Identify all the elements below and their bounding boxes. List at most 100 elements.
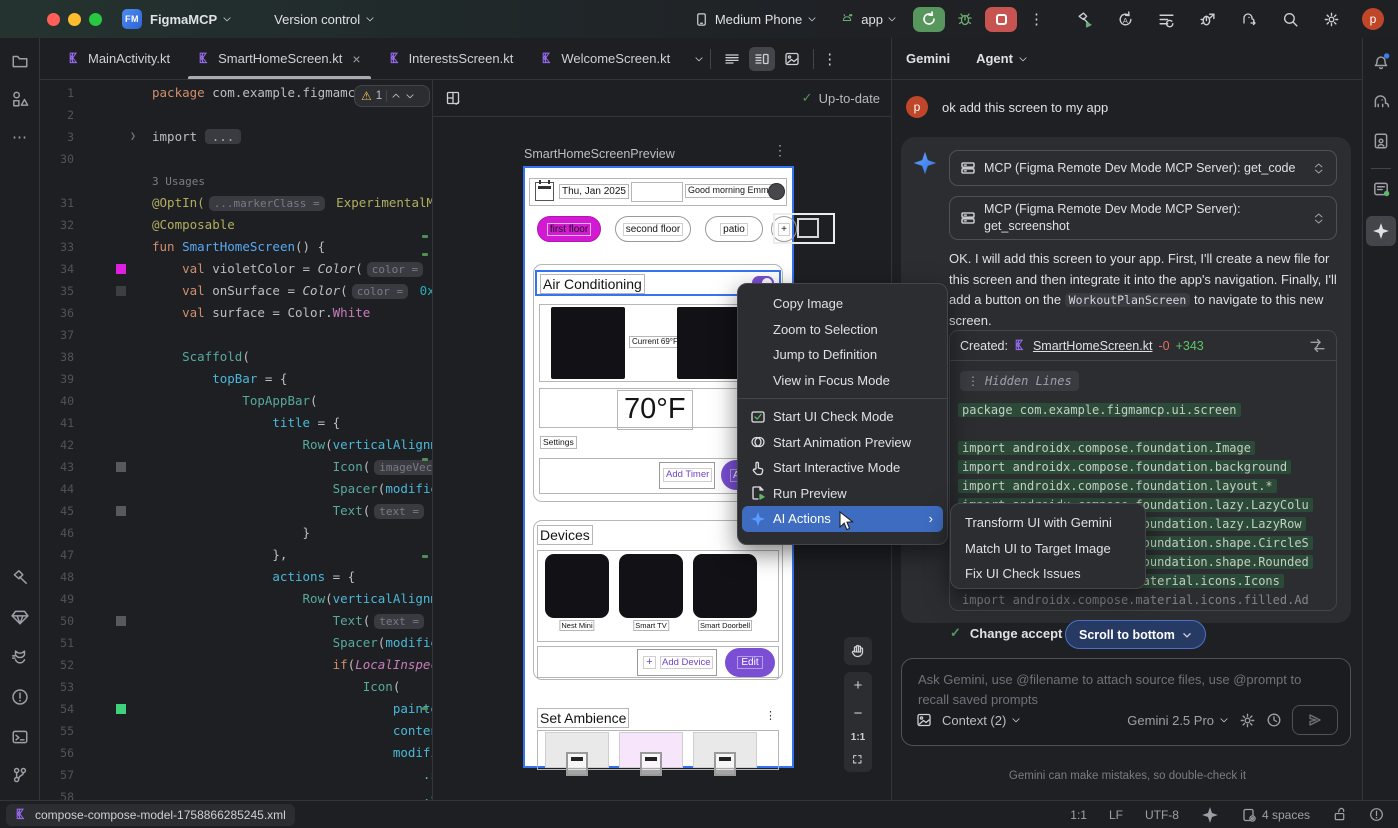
submenu-item-match-ui-to-target-image[interactable]: Match UI to Target Image	[955, 536, 1141, 562]
running-devices-icon[interactable]	[1372, 132, 1390, 150]
code-line[interactable]: 58 .cli	[40, 786, 432, 800]
apply-changes-icon[interactable]: A	[1117, 11, 1134, 28]
add-timer-button[interactable]: Add Timer	[659, 462, 715, 489]
app-insights-icon[interactable]	[11, 608, 29, 626]
color-swatch[interactable]	[116, 286, 126, 296]
code-line[interactable]: 3 Usages	[40, 170, 432, 192]
tool-call-chip[interactable]: MCP (Figma Remote Dev Mode MCP Server): …	[949, 150, 1337, 186]
pan-tool-button[interactable]	[844, 637, 872, 665]
preview-options-icon[interactable]: ⋮	[773, 142, 787, 159]
attach-image-icon[interactable]	[916, 712, 932, 728]
hidden-lines-chip[interactable]: ⋮Hidden Lines	[960, 371, 1079, 391]
close-window-button[interactable]	[47, 13, 60, 26]
code-line[interactable]: 56 modifier	[40, 742, 432, 764]
analysis-status-icon[interactable]	[1369, 807, 1384, 822]
tab-mainactivity-kt[interactable]: MainActivity.kt	[54, 38, 184, 79]
design-view-icon[interactable]	[779, 47, 805, 71]
color-swatch[interactable]	[116, 704, 126, 714]
code-view-icon[interactable]	[719, 47, 745, 71]
code-line[interactable]: 50 Text(text = "Good	[40, 610, 432, 632]
code-line[interactable]: 42 Row(verticalAlignmen	[40, 434, 432, 456]
problems-icon[interactable]	[11, 688, 29, 706]
code-line[interactable]: 46 }	[40, 522, 432, 544]
room-chip-first-floor[interactable]: first floor	[537, 216, 601, 242]
code-line[interactable]: 47 },	[40, 544, 432, 566]
layout-grid-icon[interactable]	[445, 90, 461, 106]
code-line[interactable]: 34 val violetColor = Color(color = 0xFEB	[40, 258, 432, 280]
room-chip-second-floor[interactable]: second floor	[615, 216, 691, 242]
ambience-options-icon[interactable]: ⋮	[765, 709, 776, 722]
color-swatch[interactable]	[116, 462, 126, 472]
build-icon[interactable]	[1076, 11, 1093, 28]
sync-icon[interactable]	[1158, 11, 1175, 28]
diff-view-icon[interactable]	[1309, 337, 1326, 354]
split-view-icon[interactable]	[749, 47, 775, 71]
code-line[interactable]: 38 Scaffold(	[40, 346, 432, 368]
user-avatar[interactable]: p	[1362, 8, 1384, 30]
menu-item-start-interactive-mode[interactable]: Start Interactive Mode	[742, 455, 943, 481]
menu-item-copy-image[interactable]: Copy Image	[742, 291, 943, 317]
mode-selector[interactable]: Agent	[976, 51, 1028, 66]
tool-call-chip[interactable]: MCP (Figma Remote Dev Mode MCP Server): …	[949, 196, 1337, 240]
zoom-fit-button[interactable]	[852, 754, 865, 767]
tab-gemini[interactable]: Gemini	[906, 51, 950, 66]
tab-welcomescreen-kt[interactable]: WelcomeScreen.kt	[527, 38, 684, 79]
submenu-item-transform-ui-with-gemini[interactable]: Transform UI with Gemini	[955, 510, 1141, 536]
build-icon[interactable]	[11, 568, 29, 586]
code-line[interactable]: 51 Spacer(modifier	[40, 632, 432, 654]
code-line[interactable]: 35 val onSurface = Color(color = 0xFF2E2	[40, 280, 432, 302]
run-config-selector[interactable]: app	[861, 12, 883, 27]
device-tile[interactable]	[545, 554, 609, 618]
close-icon[interactable]: ×	[352, 51, 360, 67]
menu-item-view-in-focus-mode[interactable]: View in Focus Mode	[742, 368, 943, 394]
submenu-item-fix-ui-check-issues[interactable]: Fix UI Check Issues	[955, 561, 1141, 587]
ac-settings-label[interactable]: Settings	[540, 436, 577, 449]
code-line[interactable]: 41 title = {	[40, 412, 432, 434]
color-swatch[interactable]	[116, 616, 126, 626]
more-tools-icon[interactable]: ⋯	[12, 128, 27, 146]
preview-title[interactable]: SmartHomeScreenPreview	[524, 147, 675, 161]
version-control-icon[interactable]	[11, 766, 29, 784]
logcat-icon[interactable]	[11, 648, 29, 666]
code-line[interactable]: 33fun SmartHomeScreen() {	[40, 236, 432, 258]
line-ending[interactable]: LF	[1109, 808, 1123, 822]
vcs-menu[interactable]: Version control	[274, 12, 360, 27]
statusbar-file[interactable]: compose-compose-model-1758866285245.xml	[6, 804, 295, 826]
chevron-down-icon[interactable]	[694, 54, 704, 64]
zoom-ratio-button[interactable]: 1:1	[851, 732, 865, 743]
zoom-out-button[interactable]: −	[854, 705, 863, 722]
encoding[interactable]: UTF-8	[1145, 808, 1179, 822]
device-tile[interactable]	[619, 554, 683, 618]
code-line[interactable]: 48 actions = {	[40, 566, 432, 588]
gemini-icon[interactable]	[1366, 216, 1396, 246]
avatar[interactable]	[768, 183, 785, 200]
code-line[interactable]: 52 if(LocalInspecti	[40, 654, 432, 676]
code-editor[interactable]: 1package com.example.figmamcp.u23❯import…	[40, 80, 432, 800]
inspection-widget[interactable]: ⚠ 1	[354, 85, 430, 107]
menu-item-jump-to-definition[interactable]: Jump to Definition	[742, 342, 943, 368]
gemini-settings-icon[interactable]	[1239, 712, 1256, 729]
menu-item-run-preview[interactable]: Run Preview	[742, 481, 943, 507]
context-selector[interactable]: Context (2)	[942, 713, 1021, 728]
device-tile[interactable]	[693, 554, 757, 618]
zoom-in-button[interactable]: +	[854, 677, 863, 694]
menu-item-start-animation-preview[interactable]: Start Animation Preview	[742, 430, 943, 456]
folded-code[interactable]: ...	[205, 129, 242, 144]
rerun-button[interactable]	[913, 7, 945, 32]
device-manager-icon[interactable]	[1372, 180, 1390, 198]
terminal-icon[interactable]	[11, 728, 29, 746]
tab-options-icon[interactable]: ⋮	[822, 50, 837, 68]
code-line[interactable]: 36 val surface = Color.White	[40, 302, 432, 324]
gradle-icon[interactable]	[1371, 92, 1391, 110]
menu-item-zoom-to-selection[interactable]: Zoom to Selection	[742, 317, 943, 343]
selection-handle[interactable]	[797, 218, 819, 238]
code-line[interactable]: 57 .siz	[40, 764, 432, 786]
edit-button[interactable]: Edit	[725, 648, 775, 677]
code-line[interactable]: 44 Spacer(modifier	[40, 478, 432, 500]
debug-button[interactable]	[957, 11, 973, 27]
prompt-input[interactable]: Ask Gemini, use @filename to attach sour…	[901, 658, 1351, 746]
add-device-button[interactable]: + Add Device	[637, 649, 717, 676]
code-line[interactable]: 30	[40, 148, 432, 170]
code-line[interactable]: 55 contentD	[40, 720, 432, 742]
project-selector[interactable]: FigmaMCP	[150, 12, 217, 27]
